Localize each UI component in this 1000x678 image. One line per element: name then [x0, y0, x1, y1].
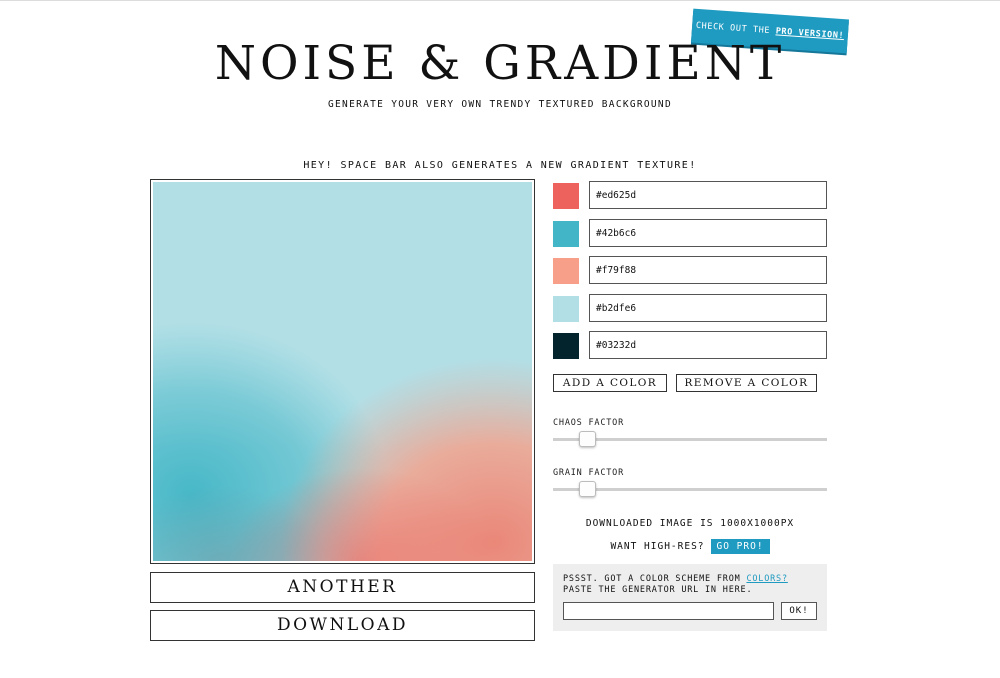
color-hex-field-2[interactable]	[589, 219, 827, 247]
color-hex-field-4[interactable]	[589, 294, 827, 322]
high-res-label: WANT HIGH-RES?	[610, 541, 705, 552]
download-size-note: DOWNLOADED IMAGE IS 1000X1000PX	[585, 518, 795, 529]
remove-color-button[interactable]: REMOVE A COLOR	[676, 374, 817, 392]
chaos-factor-label: CHAOS FACTOR	[553, 418, 625, 428]
spacebar-hint: HEY! SPACE BAR ALSO GENERATES A NEW GRAD…	[303, 160, 697, 171]
download-button[interactable]: DOWNLOAD	[150, 610, 535, 641]
gradient-preview	[153, 182, 532, 561]
page-subtitle: GENERATE YOUR VERY OWN TRENDY TEXTURED B…	[328, 99, 672, 110]
coolors-link[interactable]: COLORS?	[746, 574, 787, 584]
color-hex-field-5[interactable]	[589, 331, 827, 359]
ok-button[interactable]: OK!	[781, 602, 817, 620]
color-row-3	[553, 256, 827, 284]
color-row-4	[553, 294, 827, 322]
color-row-2	[553, 219, 827, 247]
color-row-1	[553, 181, 827, 209]
grain-factor-label: GRAIN FACTOR	[553, 468, 625, 478]
go-pro-button[interactable]: GO PRO!	[710, 539, 770, 554]
chaos-slider-thumb[interactable]	[579, 431, 596, 447]
color-swatch-5[interactable]	[553, 333, 579, 359]
another-button[interactable]: ANOTHER	[150, 572, 535, 603]
color-swatch-1[interactable]	[553, 183, 579, 209]
color-row-5	[553, 331, 827, 359]
gradient-preview-frame	[150, 179, 535, 564]
chaos-factor-slider[interactable]	[553, 431, 827, 447]
color-swatch-4[interactable]	[553, 296, 579, 322]
coolors-line2: PASTE THE GENERATOR URL IN HERE.	[563, 585, 753, 595]
grain-slider-thumb[interactable]	[579, 481, 596, 497]
color-hex-field-3[interactable]	[589, 256, 827, 284]
pro-banner-prefix: CHECK OUT THE	[695, 20, 777, 37]
color-swatch-3[interactable]	[553, 258, 579, 284]
add-color-button[interactable]: ADD A COLOR	[553, 374, 667, 392]
coolors-line1: PSSST. GOT A COLOR SCHEME FROM	[563, 574, 747, 584]
coolors-instructions: PSSST. GOT A COLOR SCHEME FROM COLORS? P…	[563, 574, 825, 596]
coolors-url-input[interactable]	[563, 602, 774, 620]
page-title: NOISE & GRADIENT	[214, 36, 786, 91]
high-res-row: WANT HIGH-RES? GO PRO!	[553, 539, 827, 554]
coolors-import-panel: PSSST. GOT A COLOR SCHEME FROM COLORS? P…	[553, 564, 827, 631]
grain-factor-slider[interactable]	[553, 481, 827, 497]
top-divider	[0, 0, 1000, 1]
color-swatch-2[interactable]	[553, 221, 579, 247]
color-hex-field-1[interactable]	[589, 181, 827, 209]
